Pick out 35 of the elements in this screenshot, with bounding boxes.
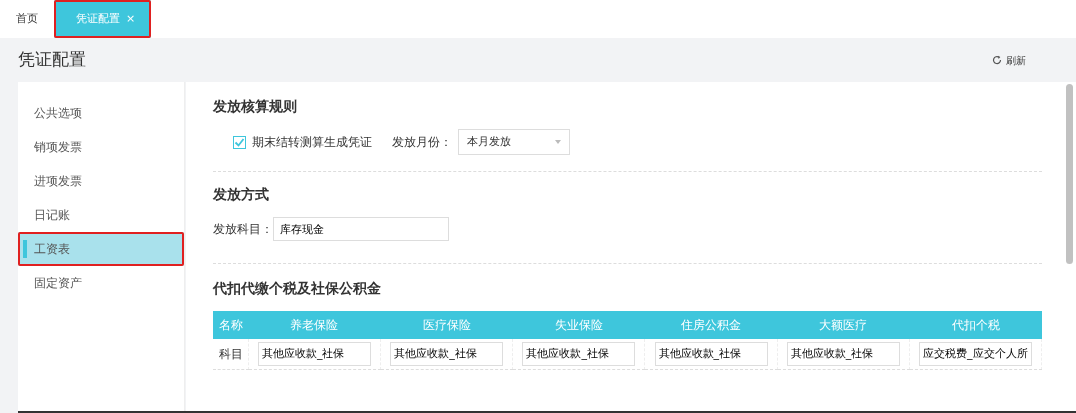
column-header: 失业保险 [512,311,645,339]
sidebar-item[interactable]: 销项发票 [18,130,185,164]
column-header: 养老保险 [248,311,381,339]
sidebar-item[interactable]: 工资表 [18,232,185,266]
column-header: 医疗保险 [380,311,513,339]
sidebar-item[interactable]: 公共选项 [18,96,185,130]
refresh-button[interactable]: 刷新 [986,51,1032,69]
section-title: 发放核算规则 [213,97,299,116]
month-select[interactable]: 本月发放 [458,129,571,155]
input-field[interactable]: 其他应收款_社保 [390,341,504,366]
section-title: 发放方式 [213,185,271,204]
page-title: 凭证配置 [18,48,86,72]
input-field[interactable]: 其他应收款_社保 [522,341,636,366]
column-header: 代扣个税 [909,311,1042,339]
sidebar-item[interactable]: 固定资产 [18,266,185,300]
input-field[interactable]: 应交税费_应交个人所 [919,341,1032,366]
checkbox[interactable] [233,135,247,149]
row-label: 科目 [213,339,249,369]
select-label: 发放月份： [392,134,453,151]
input-field[interactable]: 其他应收款_社保 [786,341,900,366]
refresh-icon [992,55,1002,65]
column-header: 住房公积金 [645,311,778,339]
caret-icon [555,140,562,144]
input-field[interactable]: 库存现金 [273,217,450,241]
field-label: 发放科目： [213,221,274,238]
column-header: 大额医疗 [777,311,910,339]
tab-label: 凭证配置 [76,10,120,27]
scrollbar-thumb[interactable] [1065,84,1073,264]
column-header: 名称 [213,311,249,339]
input-field[interactable]: 其他应收款_社保 [654,341,768,366]
sidebar-item[interactable]: 日记账 [18,198,185,232]
sidebar-item[interactable]: 进项发票 [18,164,185,198]
checkbox-label: 期末结转测算生成凭证 [252,134,373,151]
input-field[interactable]: 其他应收款_社保 [257,341,371,366]
section-title: 代扣代缴个税及社保公积金 [213,279,383,298]
